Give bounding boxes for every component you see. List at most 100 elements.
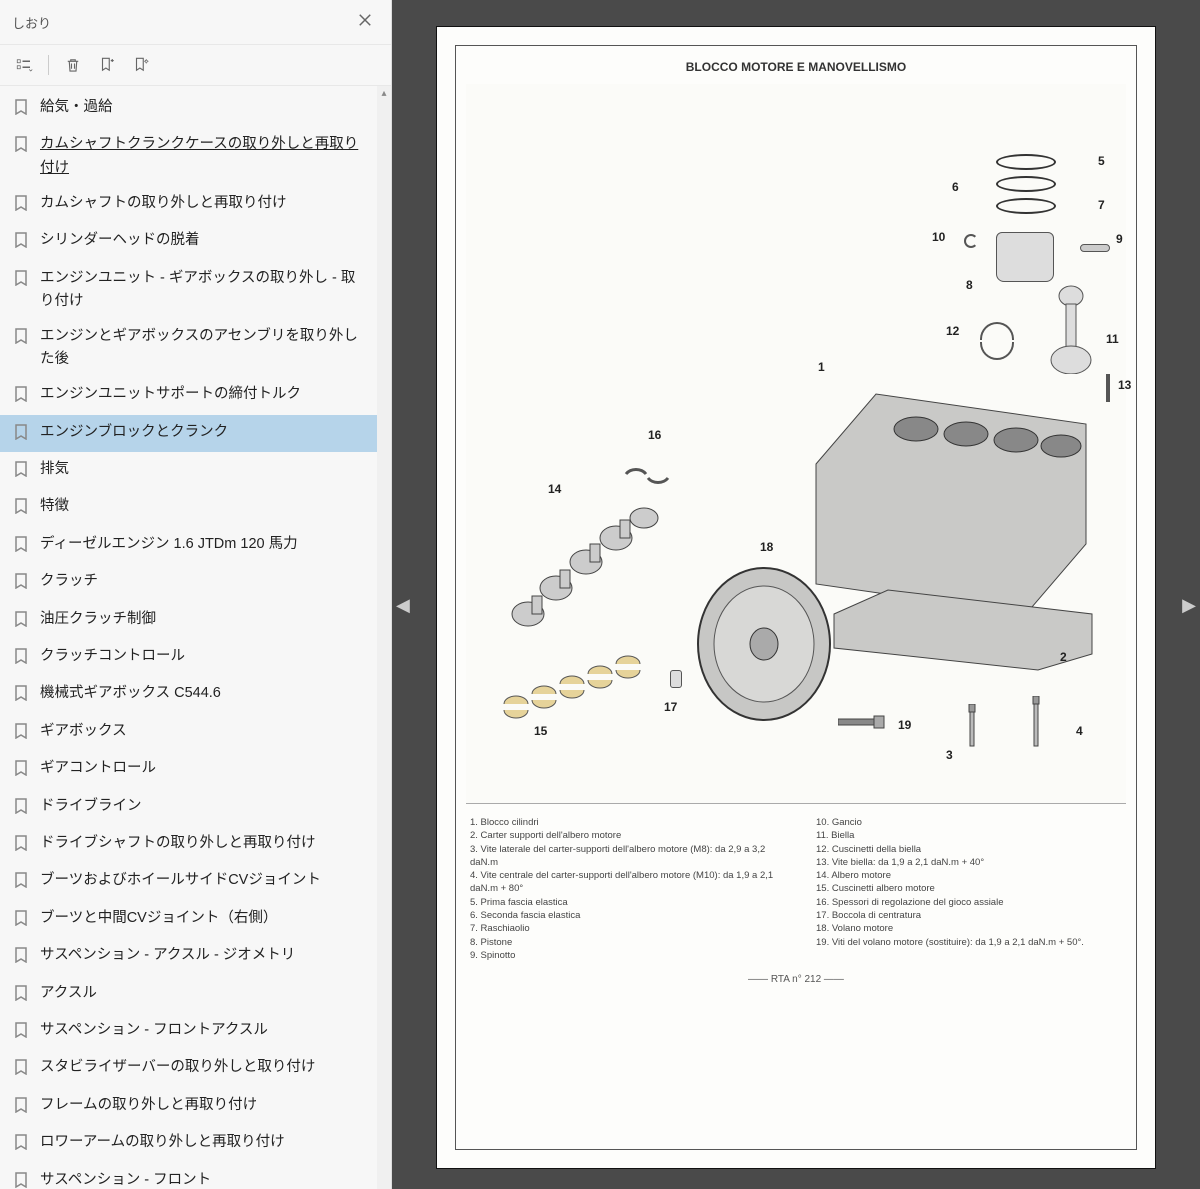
bookmark-label: 排気 <box>40 458 363 481</box>
legend-left-column: 1. Blocco cilindri2. Carter supporti del… <box>470 816 776 962</box>
bookmark-star-icon <box>132 56 150 74</box>
bookmark-item[interactable]: 特徴 <box>0 489 377 526</box>
bookmark-item[interactable]: 給気・過給 <box>0 90 377 127</box>
bookmark-icon <box>14 461 32 483</box>
callout-12: 12 <box>946 324 959 338</box>
legend-row: 7. Raschiaolio <box>470 922 776 935</box>
bookmark-item[interactable]: ブーツおよびホイールサイドCVジョイント <box>0 863 377 900</box>
part-pin <box>1080 244 1110 252</box>
bookmark-icon <box>14 136 32 158</box>
list-icon <box>15 56 33 74</box>
bookmark-icon <box>14 1134 32 1156</box>
legend-row: 2. Carter supporti dell'albero motore <box>470 829 776 842</box>
trash-icon <box>64 56 82 74</box>
page-title: BLOCCO MOTORE E MANOVELLISMO <box>466 60 1126 74</box>
bookmark-item[interactable]: ロワーアームの取り外しと再取り付け <box>0 1125 377 1162</box>
bookmark-icon <box>14 760 32 782</box>
bookmark-add-icon <box>98 56 116 74</box>
bookmark-icon <box>14 536 32 558</box>
part-bearing-12a <box>980 322 1014 340</box>
scrollbar[interactable]: ▴ <box>377 86 391 1189</box>
bookmarks-panel: しおり 給気・過給カムシャフトクランクケースの取り外しと再取り付けカムシャフトの… <box>0 0 392 1189</box>
bookmark-icon <box>14 498 32 520</box>
bookmark-icon <box>14 1022 32 1044</box>
bookmark-icon <box>14 872 32 894</box>
legend-row: 3. Vite laterale del carter-supporti del… <box>470 843 776 870</box>
document-view: ◀ ▶ BLOCCO MOTORE E MANOVELLISMO <box>392 0 1200 1189</box>
bookmark-label: 油圧クラッチ制御 <box>40 608 363 631</box>
callout-15: 15 <box>534 724 547 738</box>
next-page-arrow-icon[interactable]: ▶ <box>1182 595 1196 616</box>
bookmark-icon <box>14 424 32 446</box>
close-panel-button[interactable] <box>351 8 379 36</box>
page-inner: BLOCCO MOTORE E MANOVELLISMO <box>455 45 1137 1150</box>
bookmark-label: ロワーアームの取り外しと再取り付け <box>40 1131 363 1154</box>
bookmark-item[interactable]: フレームの取り外しと再取り付け <box>0 1088 377 1125</box>
bookmark-icon <box>14 648 32 670</box>
bookmark-item[interactable]: エンジンユニットサポートの締付トルク <box>0 377 377 414</box>
close-icon <box>356 11 374 29</box>
legend-row: 16. Spessori di regolazione del gioco as… <box>816 896 1122 909</box>
new-bookmark-from-struct-button[interactable] <box>127 51 155 79</box>
legend-row: 12. Cuscinetti della biella <box>816 843 1122 856</box>
bookmark-item[interactable]: カムシャフトの取り外しと再取り付け <box>0 186 377 223</box>
callout-5: 5 <box>1098 154 1105 168</box>
bookmark-label: ギアボックス <box>40 720 363 743</box>
bookmark-icon <box>14 723 32 745</box>
page: BLOCCO MOTORE E MANOVELLISMO <box>436 26 1156 1169</box>
callout-7: 7 <box>1098 198 1105 212</box>
bookmark-item[interactable]: エンジンとギアボックスのアセンブリを取り外した後 <box>0 319 377 377</box>
bookmark-icon <box>14 910 32 932</box>
bookmark-item[interactable]: クラッチ <box>0 564 377 601</box>
legend-row: 19. Viti del volano motore (sostituire):… <box>816 936 1122 949</box>
bookmark-item[interactable]: サスペンション - フロントアクスル <box>0 1013 377 1050</box>
options-button[interactable] <box>10 51 38 79</box>
delete-bookmark-button[interactable] <box>59 51 87 79</box>
bookmark-item[interactable]: ドライブライン <box>0 789 377 826</box>
legend-row: 1. Blocco cilindri <box>470 816 776 829</box>
bookmark-item[interactable]: クラッチコントロール <box>0 639 377 676</box>
bookmark-label: ブーツおよびホイールサイドCVジョイント <box>40 869 363 892</box>
bookmark-item[interactable]: ギアボックス <box>0 714 377 751</box>
legend-row: 4. Vite centrale del carter-supporti del… <box>470 869 776 896</box>
bookmark-item[interactable]: サスペンション - アクスル - ジオメトリ <box>0 938 377 975</box>
bookmark-item[interactable]: ギアコントロール <box>0 751 377 788</box>
part-conrod <box>1048 284 1094 374</box>
bookmark-item[interactable]: スタビライザーバーの取り外しと取り付け <box>0 1050 377 1087</box>
bookmark-item[interactable]: ブーツと中間CVジョイント（右側） <box>0 901 377 938</box>
bookmark-label: ディーゼルエンジン 1.6 JTDm 120 馬力 <box>40 533 363 556</box>
bookmark-item[interactable]: エンジンブロックとクランク <box>0 415 377 452</box>
prev-page-arrow-icon[interactable]: ◀ <box>396 595 410 616</box>
bookmark-icon <box>14 573 32 595</box>
bookmark-label: スタビライザーバーの取り外しと取り付け <box>40 1056 363 1079</box>
bookmark-item[interactable]: カムシャフトクランクケースの取り外しと再取り付け <box>0 127 377 185</box>
bookmark-item[interactable]: ドライブシャフトの取り外しと再取り付け <box>0 826 377 863</box>
bookmark-item[interactable]: ディーゼルエンジン 1.6 JTDm 120 馬力 <box>0 527 377 564</box>
bookmark-item[interactable]: 機械式ギアボックス C544.6 <box>0 676 377 713</box>
bookmark-item[interactable]: サスペンション - フロント <box>0 1163 377 1189</box>
part-thrust-washers <box>622 454 672 494</box>
bookmark-item[interactable]: シリンダーヘッドの脱着 <box>0 223 377 260</box>
bookmark-label: カムシャフトの取り外しと再取り付け <box>40 192 363 215</box>
bookmark-icon <box>14 328 32 350</box>
bookmark-item[interactable]: アクスル <box>0 976 377 1013</box>
bookmark-label: シリンダーヘッドの脱着 <box>40 229 363 252</box>
callout-1: 1 <box>818 360 825 374</box>
callout-18: 18 <box>760 540 773 554</box>
bookmark-item[interactable]: エンジンユニット - ギアボックスの取り外し - 取り付け <box>0 261 377 319</box>
new-bookmark-button[interactable] <box>93 51 121 79</box>
bookmark-item[interactable]: 油圧クラッチ制御 <box>0 602 377 639</box>
callout-11: 11 <box>1106 332 1119 346</box>
bookmark-item[interactable]: 排気 <box>0 452 377 489</box>
bookmark-list[interactable]: 給気・過給カムシャフトクランクケースの取り外しと再取り付けカムシャフトの取り外し… <box>0 86 377 1189</box>
bookmark-icon <box>14 1172 32 1189</box>
callout-13: 13 <box>1118 378 1131 392</box>
callout-8: 8 <box>966 278 973 292</box>
bookmark-label: 特徴 <box>40 495 363 518</box>
scroll-up-icon[interactable]: ▴ <box>377 86 391 100</box>
legend-right-column: 10. Gancio11. Biella12. Cuscinetti della… <box>816 816 1122 962</box>
bookmark-label: サスペンション - フロント <box>40 1169 363 1189</box>
sidebar-title: しおり <box>12 13 51 32</box>
callout-16: 16 <box>648 428 661 442</box>
legend-row: 8. Pistone <box>470 936 776 949</box>
